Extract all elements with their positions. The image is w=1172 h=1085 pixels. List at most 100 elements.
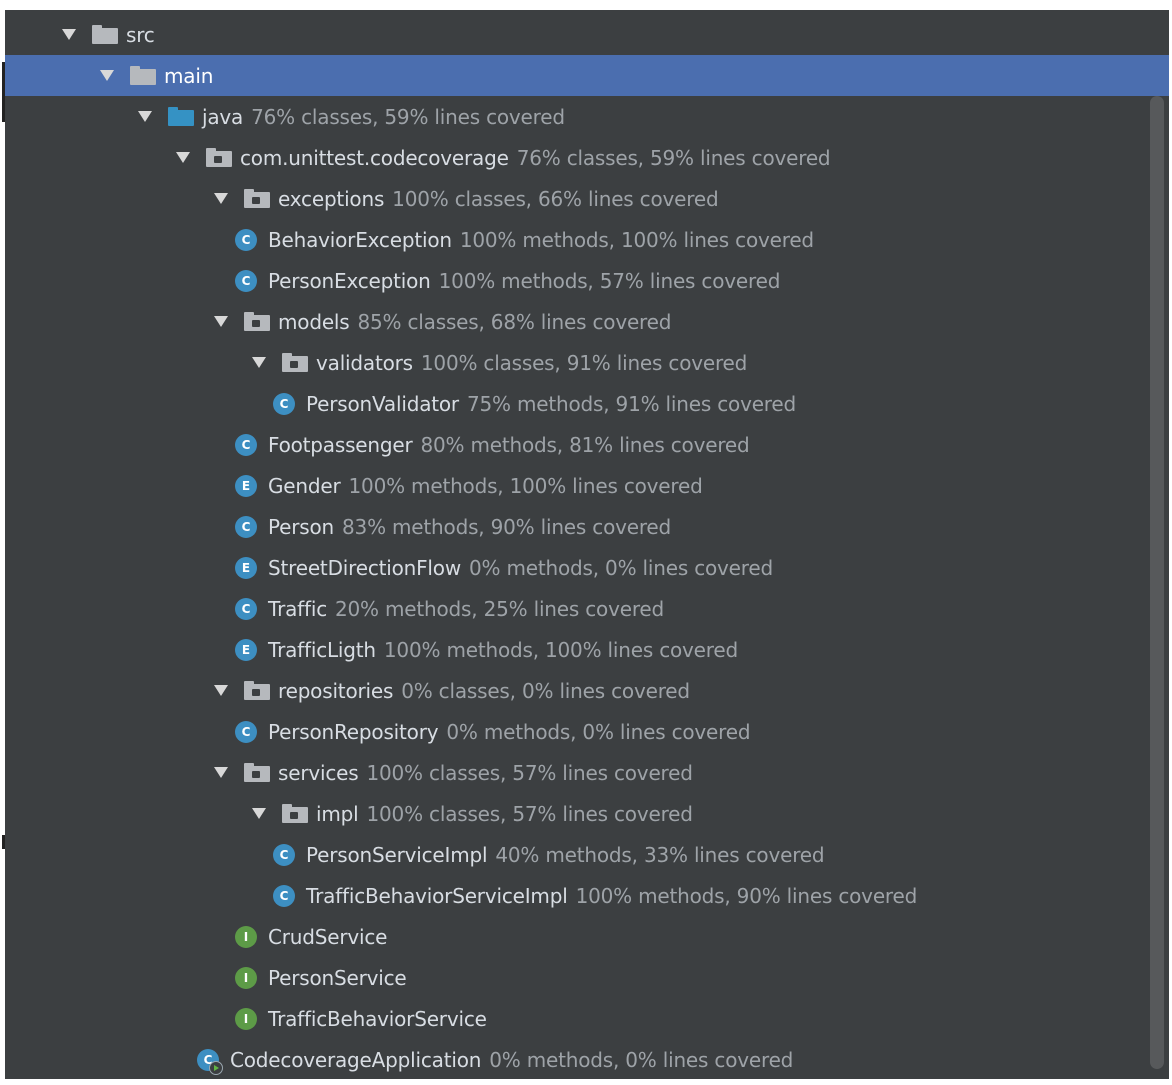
tree-item-name: services — [278, 760, 359, 785]
source-folder-icon — [168, 106, 194, 127]
tree-row[interactable]: C PersonValidator 75% methods, 91% lines c… — [5, 383, 1169, 424]
interface-icon: I — [235, 966, 257, 989]
tree-item-name: impl — [316, 801, 359, 826]
tree-item-name: models — [278, 309, 350, 334]
folder-icon — [92, 24, 118, 45]
tree-row[interactable]: I PersonService — [5, 957, 1169, 998]
tree-row[interactable]: C Traffic 20% methods, 25% lines covered — [5, 588, 1169, 629]
class-icon: C — [273, 392, 295, 415]
package-folder-icon — [282, 803, 308, 824]
coverage-stats: 75% methods, 91% lines covered — [466, 391, 796, 416]
class-icon: C — [235, 720, 257, 743]
coverage-stats: 0% classes, 0% lines covered — [401, 678, 690, 703]
tree-item-name: Person — [268, 514, 335, 539]
tree-row[interactable]: C Person 83% methods, 90% lines covered — [5, 506, 1169, 547]
tree-item-name: repositories — [278, 678, 394, 703]
tree-row[interactable]: C Footpassenger 80% methods, 81% lines cov… — [5, 424, 1169, 465]
tree-row[interactable]: C TrafficBehaviorServiceImpl 100% methods,… — [5, 875, 1169, 916]
interface-icon: I — [235, 925, 257, 948]
tree-item-name: Footpassenger — [268, 432, 413, 457]
tree-row[interactable]: E Gender 100% methods, 100% lines covered — [5, 465, 1169, 506]
coverage-stats: 80% methods, 81% lines covered — [420, 432, 750, 457]
class-icon: C — [235, 515, 257, 538]
tree-item-name: Gender — [268, 473, 341, 498]
coverage-stats: 76% classes, 59% lines covered — [251, 104, 565, 129]
package-folder-icon — [244, 311, 270, 332]
expand-arrow-icon[interactable] — [176, 152, 190, 163]
bottom-border — [0, 1079, 1172, 1085]
tree-row[interactable]: C PersonRepository 0% methods, 0% lines co… — [5, 711, 1169, 752]
expand-arrow-icon[interactable] — [214, 767, 228, 778]
interface-icon: I — [235, 1007, 257, 1030]
coverage-stats: 85% classes, 68% lines covered — [357, 309, 672, 334]
coverage-stats: 100% methods, 100% lines covered — [459, 227, 814, 252]
coverage-stats: 100% methods, 90% lines covered — [575, 883, 918, 908]
tree-row[interactable]: exceptions 100% classes, 66% lines covere… — [5, 178, 1169, 219]
tree-row[interactable]: services 100% classes, 57% lines covered — [5, 752, 1169, 793]
top-border — [0, 0, 1172, 10]
folder-icon — [130, 65, 156, 86]
coverage-stats: 100% classes, 57% lines covered — [366, 760, 693, 785]
tree-item-name: PersonServiceImpl — [306, 842, 488, 867]
tree-item-name: BehaviorException — [268, 227, 452, 252]
class-icon: C — [235, 269, 257, 292]
tree-row[interactable]: validators 100% classes, 91% lines covere… — [5, 342, 1169, 383]
coverage-stats: 100% methods, 57% lines covered — [438, 268, 781, 293]
expand-arrow-icon[interactable] — [214, 193, 228, 204]
tree-row[interactable]: I TrafficBehaviorService — [5, 998, 1169, 1039]
expand-arrow-icon[interactable] — [62, 29, 76, 40]
tree-item-name: PersonService — [268, 965, 407, 990]
coverage-stats: 100% classes, 66% lines covered — [392, 186, 719, 211]
expand-arrow-icon[interactable] — [214, 316, 228, 327]
tree-item-name: PersonValidator — [306, 391, 459, 416]
package-folder-icon — [244, 680, 270, 701]
class-icon: C — [273, 843, 295, 866]
coverage-stats: 0% methods, 0% lines covered — [446, 719, 751, 744]
expand-arrow-icon[interactable] — [100, 70, 114, 81]
enum-icon: E — [235, 556, 257, 579]
tree-row[interactable]: E TrafficLigth 100% methods, 100% lines co… — [5, 629, 1169, 670]
tree-row[interactable]: C PersonException 100% methods, 57% lines … — [5, 260, 1169, 301]
tree-row[interactable]: com.unittest.codecoverage 76% classes, 59… — [5, 137, 1169, 178]
run-overlay-icon — [209, 1060, 223, 1075]
coverage-stats: 76% classes, 59% lines covered — [516, 145, 831, 170]
coverage-stats: 100% methods, 100% lines covered — [348, 473, 703, 498]
tree-row[interactable]: java 76% classes, 59% lines covered — [5, 96, 1169, 137]
coverage-stats: 0% methods, 0% lines covered — [468, 555, 773, 580]
class-icon: C — [273, 884, 295, 907]
tree-item-name: PersonException — [268, 268, 431, 293]
tree-item-name: CrudService — [268, 924, 388, 949]
coverage-stats: 83% methods, 90% lines covered — [342, 514, 672, 539]
tree-row[interactable]: src — [5, 14, 1169, 55]
tree-row[interactable]: main — [5, 55, 1169, 96]
tree-row[interactable]: impl 100% classes, 57% lines covered — [5, 793, 1169, 834]
tree-item-name: com.unittest.codecoverage — [240, 145, 509, 170]
coverage-tree[interactable]: src main java 76% classes, 59% lines covere… — [5, 10, 1169, 1079]
expand-arrow-icon[interactable] — [214, 685, 228, 696]
tree-row[interactable]: repositories 0% classes, 0% lines covered — [5, 670, 1169, 711]
coverage-stats: 40% methods, 33% lines covered — [495, 842, 825, 867]
tree-row[interactable]: models 85% classes, 68% lines covered — [5, 301, 1169, 342]
tree-row[interactable]: C CodecoverageApplication 0% methods, 0% l… — [5, 1039, 1169, 1079]
package-folder-icon — [206, 147, 232, 168]
coverage-stats: 100% methods, 100% lines covered — [383, 637, 738, 662]
tree-item-name: CodecoverageApplication — [230, 1047, 482, 1072]
tree-item-name: StreetDirectionFlow — [268, 555, 461, 580]
tree-item-name: validators — [316, 350, 413, 375]
tree-row[interactable]: C PersonServiceImpl 40% methods, 33% lines… — [5, 834, 1169, 875]
vertical-scrollbar[interactable] — [1150, 96, 1164, 1069]
class-icon: C — [235, 228, 257, 251]
tree-row[interactable]: C BehaviorException 100% methods, 100% lin… — [5, 219, 1169, 260]
expand-arrow-icon[interactable] — [252, 357, 266, 368]
tree-item-name: exceptions — [278, 186, 385, 211]
coverage-stats: 20% methods, 25% lines covered — [335, 596, 665, 621]
tree-row[interactable]: E StreetDirectionFlow 0% methods, 0% lines… — [5, 547, 1169, 588]
package-folder-icon — [244, 188, 270, 209]
tree-item-name: TrafficLigth — [268, 637, 376, 662]
expand-arrow-icon[interactable] — [138, 111, 152, 122]
tree-item-name: PersonRepository — [268, 719, 439, 744]
tree-row[interactable]: I CrudService — [5, 916, 1169, 957]
tree-item-name: TrafficBehaviorServiceImpl — [306, 883, 568, 908]
expand-arrow-icon[interactable] — [252, 808, 266, 819]
class-icon: C — [235, 597, 257, 620]
